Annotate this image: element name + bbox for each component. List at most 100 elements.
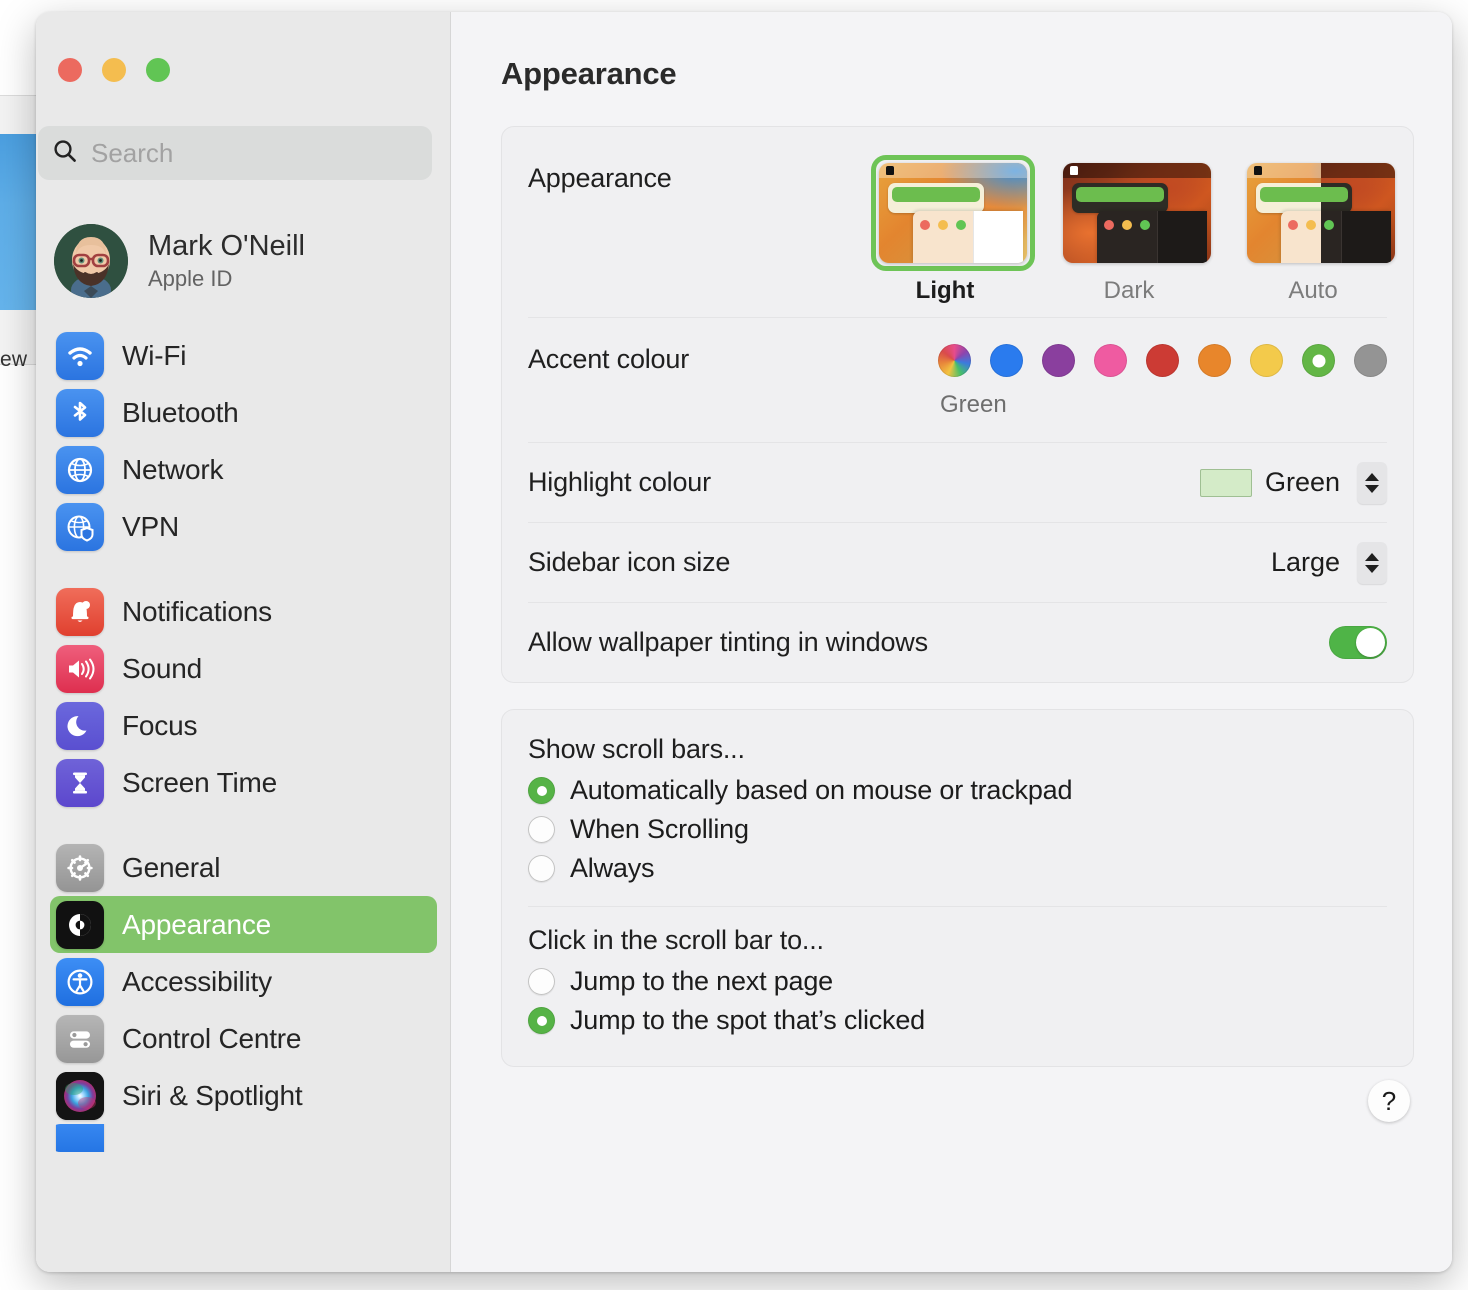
sidebar-item-label: Control Centre [122, 1022, 302, 1054]
sidebar-item-screen-time[interactable]: Screen Time [50, 754, 437, 811]
moon-icon [56, 701, 104, 750]
accent-colour-row: Accent colour Green [528, 317, 1387, 442]
sidebar-icon-size-popup[interactable]: Large [1270, 541, 1387, 584]
chevron-updown-icon[interactable] [1357, 541, 1387, 584]
accent-swatch-green[interactable] [1302, 344, 1335, 377]
radio-icon[interactable] [528, 1007, 555, 1034]
accent-swatches [938, 344, 1387, 377]
highlight-colour-value: Green [1264, 467, 1340, 497]
scroll-bars-card: Show scroll bars... Automatically based … [501, 709, 1414, 1067]
accent-swatch-pink[interactable] [1094, 344, 1127, 377]
avatar [54, 224, 128, 298]
sidebar-item-wi-fi[interactable]: Wi-Fi [50, 327, 437, 384]
radio-label: Jump to the spot that’s clicked [570, 1005, 925, 1035]
sidebar-icon-size-row: Sidebar icon size Large [528, 522, 1387, 602]
sidebar-item-label: General [122, 851, 221, 883]
help-button[interactable]: ? [1368, 1080, 1410, 1122]
apple-logo-icon [886, 166, 894, 175]
globe-shield-icon [56, 502, 104, 551]
sidebar-item-appearance[interactable]: Appearance [50, 896, 437, 953]
sidebar-icon-size-label: Sidebar icon size [528, 547, 731, 577]
appearance-label: Appearance [528, 163, 672, 193]
sidebar-group-connectivity: Wi-Fi Bluetooth Network VPN [50, 327, 437, 555]
sidebar-item-general[interactable]: General [50, 839, 437, 896]
sidebar-item-bluetooth[interactable]: Bluetooth [50, 384, 437, 441]
divider [528, 906, 1387, 907]
radio-show-scroll-always[interactable]: Always [528, 849, 1387, 888]
radio-jump-spot-clicked[interactable]: Jump to the spot that’s clicked [528, 1001, 1387, 1040]
sidebar-item-label: Network [122, 453, 224, 485]
search-input[interactable] [91, 137, 418, 169]
theme-thumb-auto [1247, 163, 1395, 263]
sidebar-nav: Wi-Fi Bluetooth Network VPN Notification… [36, 327, 450, 1272]
accent-colour-label: Accent colour [528, 344, 689, 374]
radio-jump-next-page[interactable]: Jump to the next page [528, 962, 1387, 1001]
sidebar-item-siri-spotlight[interactable]: Siri & Spotlight [50, 1067, 437, 1124]
bell-icon [56, 587, 104, 636]
radio-label: Always [570, 853, 655, 883]
radio-icon[interactable] [528, 777, 555, 804]
sidebar-item-label: VPN [122, 510, 179, 542]
sidebar-item-network[interactable]: Network [50, 441, 437, 498]
theme-name: Light [915, 277, 975, 304]
sidebar-item-sound[interactable]: Sound [50, 640, 437, 697]
apple-logo-icon [1070, 166, 1078, 175]
highlight-colour-popup[interactable]: Green [1199, 461, 1387, 504]
sidebar-icon-size-value: Large [1270, 547, 1340, 577]
minimize-button[interactable] [102, 58, 126, 82]
sidebar-item-notifications[interactable]: Notifications [50, 583, 437, 640]
accessibility-icon [56, 957, 104, 1006]
accent-swatch-multicolour[interactable] [938, 344, 971, 377]
search-field[interactable] [38, 126, 432, 180]
theme-thumb-light [879, 163, 1027, 263]
sidebar-item-control-centre[interactable]: Control Centre [50, 1010, 437, 1067]
theme-option-auto[interactable]: Auto [1239, 155, 1395, 305]
wifi-icon [56, 331, 104, 380]
close-button[interactable] [58, 58, 82, 82]
radio-icon[interactable] [528, 816, 555, 843]
control-centre-icon [56, 1014, 104, 1063]
accent-swatch-red[interactable] [1146, 344, 1179, 377]
radio-show-scroll-automatically[interactable]: Automatically based on mouse or trackpad [528, 771, 1387, 810]
radio-label: When Scrolling [570, 814, 749, 844]
system-settings-window: Mark O'Neill Apple ID Wi-Fi [36, 12, 1452, 1272]
background-window-text: ew [0, 348, 28, 371]
sidebar-item-label: Bluetooth [122, 396, 239, 428]
theme-thumb-dark [1063, 163, 1211, 263]
radio-show-scroll-when-scrolling[interactable]: When Scrolling [528, 810, 1387, 849]
sidebar-group-system: General Appearance Accessibility Control… [50, 839, 437, 1152]
sidebar-item-accessibility[interactable]: Accessibility [50, 953, 437, 1010]
accent-swatch-yellow[interactable] [1250, 344, 1283, 377]
accent-swatch-graphite[interactable] [1354, 344, 1387, 377]
show-scroll-bars-heading: Show scroll bars... [528, 734, 745, 764]
gear-icon [56, 843, 104, 892]
click-scroll-bar-heading: Click in the scroll bar to... [528, 925, 824, 955]
appearance-settings-card: Appearance Light Dark Auto Accent colour… [501, 126, 1414, 683]
sidebar-item-label: Siri & Spotlight [122, 1079, 303, 1111]
content-pane: Appearance Appearance Light Dark Auto Ac… [451, 12, 1452, 1272]
apple-logo-icon [1254, 166, 1262, 175]
sidebar-item-partial-cutoff[interactable] [50, 1124, 437, 1152]
accent-swatch-blue[interactable] [990, 344, 1023, 377]
radio-icon[interactable] [528, 855, 555, 882]
radio-label: Jump to the next page [570, 966, 833, 996]
accent-swatch-orange[interactable] [1198, 344, 1231, 377]
siri-icon [56, 1071, 104, 1120]
apple-id-profile-row[interactable]: Mark O'Neill Apple ID [50, 215, 430, 307]
sidebar-group-alerts: Notifications Sound Focus Screen Time [50, 583, 437, 811]
accent-swatch-purple[interactable] [1042, 344, 1075, 377]
profile-name: Mark O'Neill [148, 229, 305, 262]
appearance-icon [56, 900, 104, 949]
sidebar-item-focus[interactable]: Focus [50, 697, 437, 754]
wallpaper-tinting-label: Allow wallpaper tinting in windows [528, 627, 928, 657]
theme-option-dark[interactable]: Dark [1055, 155, 1211, 305]
sidebar-item-label: Focus [122, 709, 198, 741]
theme-option-light[interactable]: Light [871, 155, 1035, 305]
sidebar-item-vpn[interactable]: VPN [50, 498, 437, 555]
wallpaper-tinting-toggle[interactable] [1329, 626, 1387, 659]
maximize-button[interactable] [146, 58, 170, 82]
bluetooth-icon [56, 388, 104, 437]
radio-icon[interactable] [528, 968, 555, 995]
chevron-updown-icon[interactable] [1357, 461, 1387, 504]
sidebar-item-label: Wi-Fi [122, 339, 187, 371]
